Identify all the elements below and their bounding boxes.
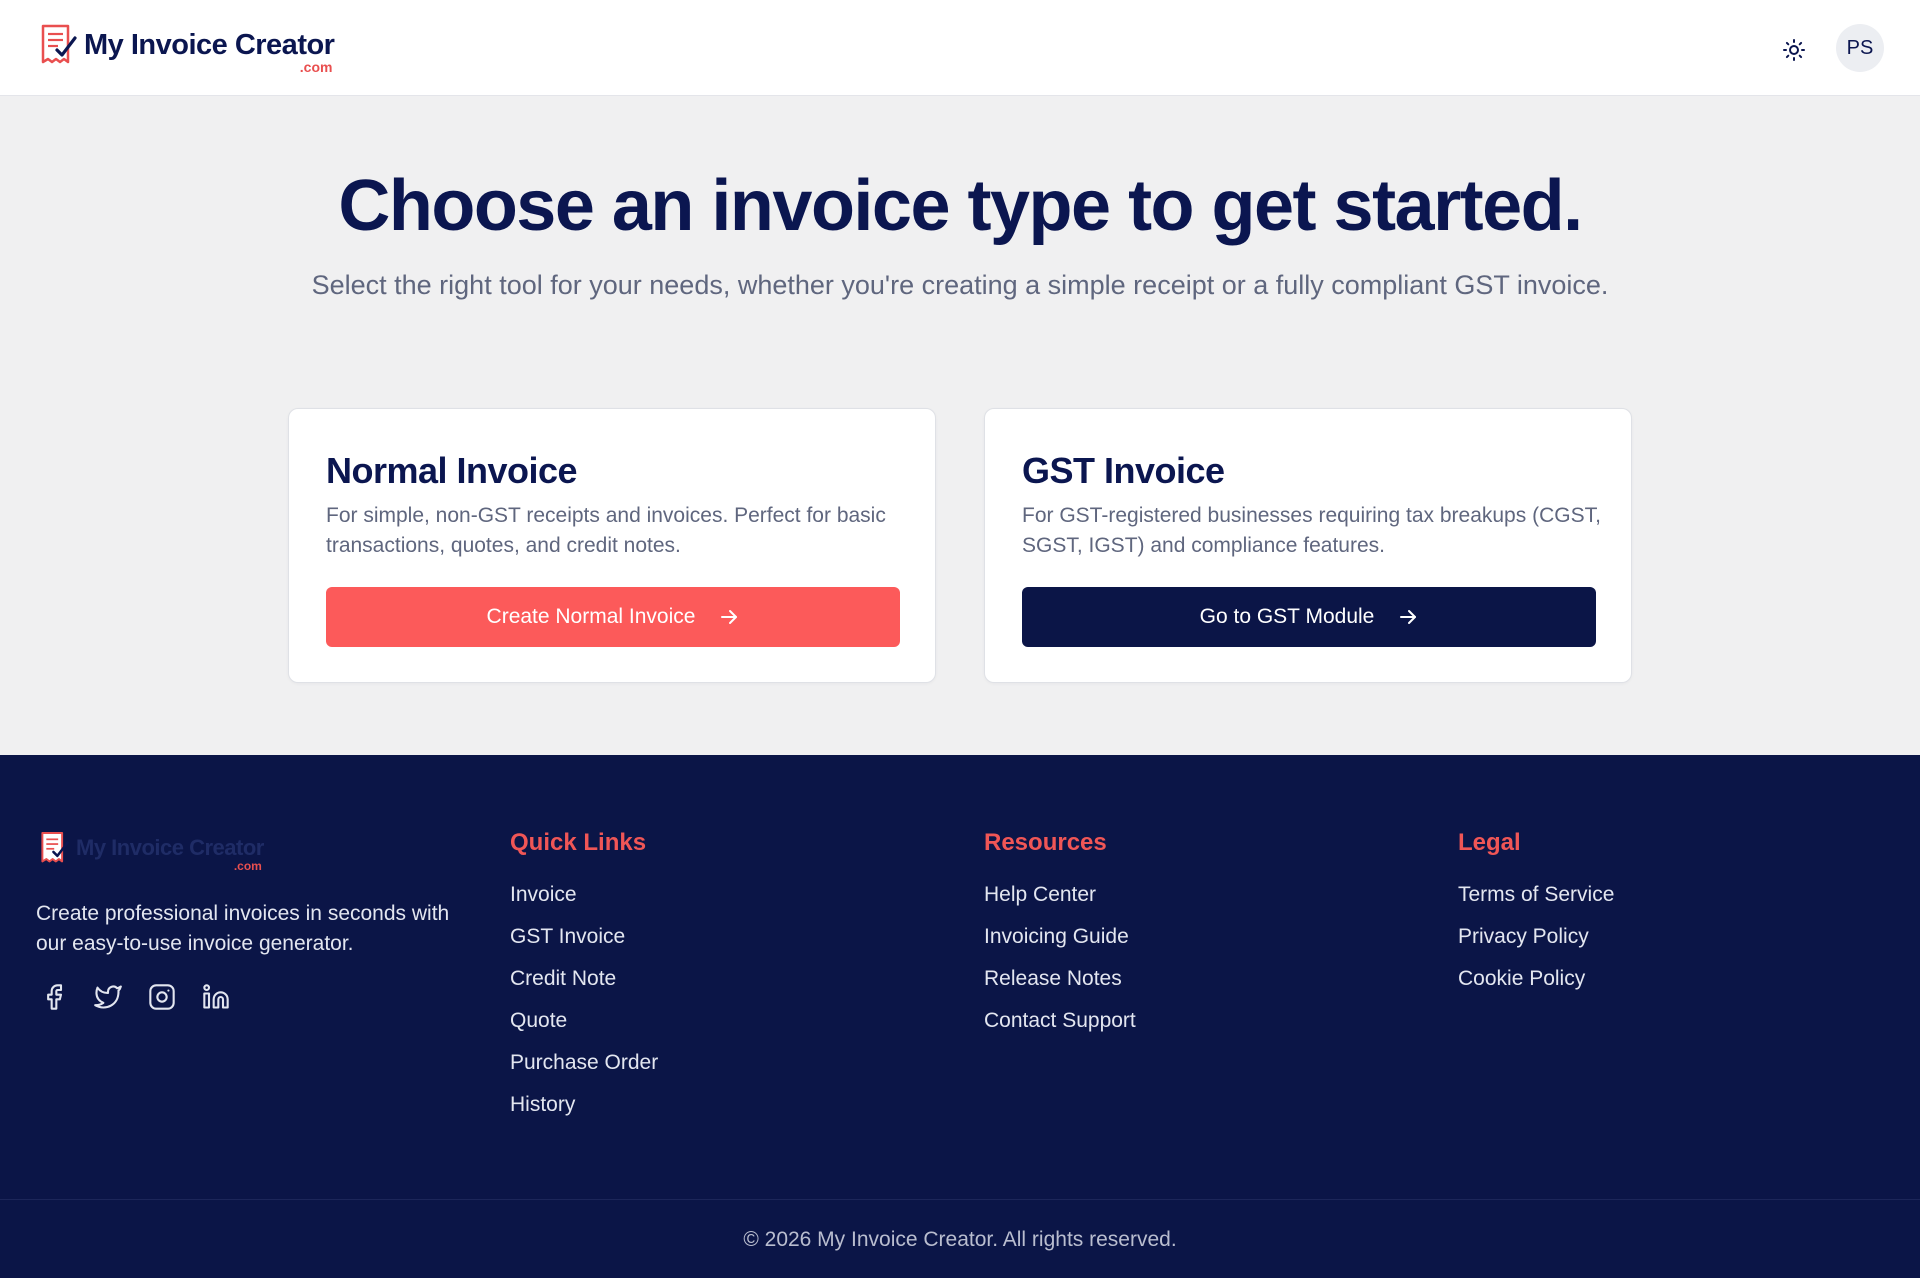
arrow-right-icon <box>1398 607 1418 627</box>
button-label: Create Normal Invoice <box>486 605 696 628</box>
header-logo[interactable]: My Invoice Creator .com <box>40 22 335 74</box>
go-to-gst-module-button[interactable]: Go to GST Module <box>1022 587 1596 647</box>
card-description: For GST-registered businesses requiring … <box>1022 504 1601 557</box>
footer-legal: Legal Terms of Service Privacy Policy Co… <box>1458 827 1614 1007</box>
footer-link-contact-support[interactable]: Contact Support <box>984 1007 1136 1035</box>
footer-resources: Resources Help Center Invoicing Guide Re… <box>984 827 1136 1049</box>
arrow-right-icon <box>719 607 739 627</box>
create-normal-invoice-button[interactable]: Create Normal Invoice <box>326 587 900 647</box>
footer-quick-links: Quick Links Invoice GST Invoice Credit N… <box>510 827 658 1133</box>
linkedin-icon <box>203 984 229 1009</box>
footer-link-history[interactable]: History <box>510 1091 658 1119</box>
footer-link-help-center[interactable]: Help Center <box>984 881 1136 909</box>
footer-link-privacy[interactable]: Privacy Policy <box>1458 923 1614 951</box>
logo-name: My Invoice Creator <box>84 28 335 61</box>
footer-column-title: Resources <box>984 829 1107 856</box>
instagram-icon <box>149 984 175 1010</box>
top-header: My Invoice Creator .com PS <box>0 0 1920 96</box>
footer-link-quote[interactable]: Quote <box>510 1007 658 1035</box>
card-title: Normal Invoice <box>326 450 578 491</box>
normal-invoice-card: Normal Invoice For simple, non-GST recei… <box>288 408 936 683</box>
gst-invoice-card: GST Invoice For GST-registered businesse… <box>984 408 1632 683</box>
invoice-logo-icon <box>41 24 77 64</box>
footer-link-invoice[interactable]: Invoice <box>510 881 658 909</box>
sun-icon <box>1783 39 1805 61</box>
theme-toggle-button[interactable] <box>1776 32 1812 68</box>
footer-logo-name: My Invoice Creator <box>76 835 264 860</box>
facebook-icon <box>47 984 63 1010</box>
footer-link-purchase-order[interactable]: Purchase Order <box>510 1049 658 1077</box>
button-label: Go to GST Module <box>1199 605 1375 628</box>
footer-logo[interactable]: My Invoice Creator .com <box>40 829 264 872</box>
invoice-logo-icon <box>41 832 69 863</box>
page-subtitle: Select the right tool for your needs, wh… <box>311 270 1609 300</box>
twitter-link[interactable] <box>92 981 124 1013</box>
footer-link-invoicing-guide[interactable]: Invoicing Guide <box>984 923 1136 951</box>
user-avatar[interactable]: PS <box>1836 24 1884 72</box>
copyright-text: © 2026 My Invoice Creator. All rights re… <box>743 1228 1177 1251</box>
social-links <box>38 981 232 1013</box>
footer-column-title: Legal <box>1458 829 1521 856</box>
footer-link-credit-note[interactable]: Credit Note <box>510 965 658 993</box>
page-title: Choose an invoice type to get started. <box>338 166 1583 246</box>
logo-suffix: .com <box>299 58 333 75</box>
card-title: GST Invoice <box>1022 450 1225 491</box>
footer-logo-suffix: .com <box>233 859 262 873</box>
twitter-icon <box>94 985 122 1009</box>
site-footer: My Invoice Creator .com Create professio… <box>0 755 1920 1278</box>
footer-column-title: Quick Links <box>510 829 647 856</box>
footer-link-gst-invoice[interactable]: GST Invoice <box>510 923 658 951</box>
instagram-link[interactable] <box>146 981 178 1013</box>
footer-link-terms[interactable]: Terms of Service <box>1458 881 1614 909</box>
facebook-link[interactable] <box>38 981 70 1013</box>
footer-link-release-notes[interactable]: Release Notes <box>984 965 1136 993</box>
footer-link-cookie[interactable]: Cookie Policy <box>1458 965 1614 993</box>
card-description: For simple, non-GST receipts and invoice… <box>326 504 886 557</box>
linkedin-link[interactable] <box>200 981 232 1013</box>
footer-divider <box>0 1199 1920 1200</box>
footer-tagline: Create professional invoices in seconds … <box>36 902 450 955</box>
